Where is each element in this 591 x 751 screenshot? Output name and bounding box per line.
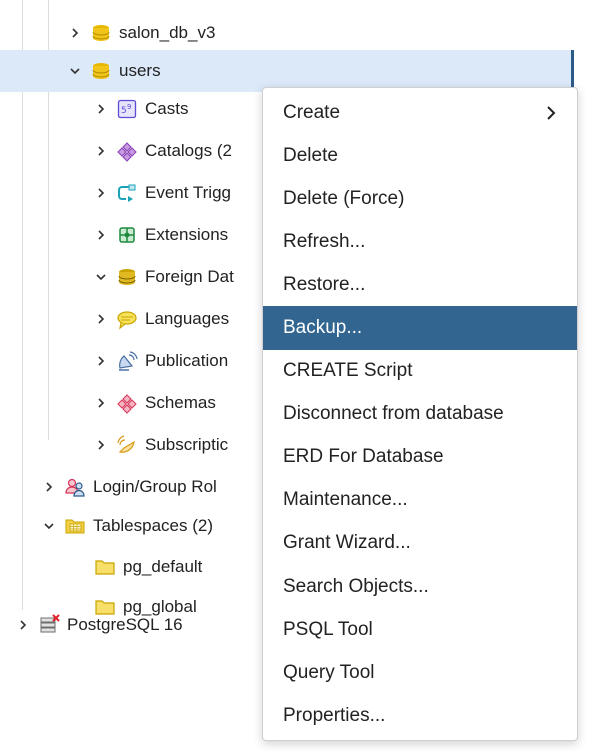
menu-item-label: Delete (Force) [283, 187, 405, 209]
menu-item-backup[interactable]: Backup... [263, 306, 577, 350]
menu-item-label: Create [283, 101, 341, 123]
chevron-right-icon[interactable] [94, 102, 108, 116]
tree-item-label: pg_default [123, 557, 203, 576]
schemas-icon [116, 392, 138, 414]
chevron-right-icon[interactable] [94, 354, 108, 368]
publications-icon [116, 350, 138, 372]
menu-item-delete-force[interactable]: Delete (Force) [263, 177, 577, 220]
tree-item-label: PostgreSQL 16 [67, 615, 183, 634]
tree-item-label: users [119, 61, 161, 80]
tree-item-label: Tablespaces (2) [93, 516, 214, 535]
menu-item-label: Search Objects... [283, 575, 429, 597]
menu-item-label: Properties... [283, 704, 386, 726]
tree-item-label: Schemas [145, 393, 216, 412]
menu-item-label: Query Tool [283, 661, 375, 683]
menu-item-maintenance[interactable]: Maintenance... [263, 479, 577, 522]
menu-item-psql-tool[interactable]: PSQL Tool [263, 608, 577, 651]
database-icon [90, 60, 112, 82]
menu-item-search-objects[interactable]: Search Objects... [263, 565, 577, 608]
menu-item-refresh[interactable]: Refresh... [263, 220, 577, 263]
chevron-right-icon [547, 105, 556, 120]
menu-item-erd-for-database[interactable]: ERD For Database [263, 436, 577, 479]
tree-item-label: Catalogs (2 [145, 141, 232, 160]
menu-item-label: Disconnect from database [283, 403, 504, 425]
login-roles-icon [64, 476, 86, 498]
chevron-right-icon[interactable] [94, 228, 108, 242]
menu-item-label: ERD For Database [283, 446, 444, 468]
menu-item-label: Delete [283, 144, 338, 166]
chevron-right-icon[interactable] [42, 480, 56, 494]
chevron-down-icon[interactable] [42, 519, 56, 533]
menu-item-disconnect-database[interactable]: Disconnect from database [263, 393, 577, 436]
svg-text:5: 5 [121, 106, 127, 116]
menu-item-label: Restore... [283, 273, 366, 295]
tree-item-label: Foreign Dat [145, 267, 234, 286]
chevron-right-icon[interactable] [94, 144, 108, 158]
languages-icon [116, 308, 138, 330]
tree-item-label: salon_db_v3 [119, 23, 216, 42]
tree-item-label: Event Trigg [145, 183, 231, 202]
tree-item-label: Publication [145, 351, 229, 370]
menu-item-restore[interactable]: Restore... [263, 263, 577, 306]
tree-item-label: Login/Group Rol [93, 477, 217, 496]
casts-icon: 59 [116, 98, 138, 120]
menu-item-query-tool[interactable]: Query Tool [263, 651, 577, 694]
context-menu: Create Delete Delete (Force) Refresh... … [262, 87, 578, 741]
tree-item-salon-db-v3[interactable]: salon_db_v3 [0, 12, 591, 54]
catalogs-icon [116, 140, 138, 162]
tree-item-label: Languages [145, 309, 230, 328]
menu-item-label: PSQL Tool [283, 618, 373, 640]
menu-item-grant-wizard[interactable]: Grant Wizard... [263, 522, 577, 565]
menu-item-label: Maintenance... [283, 489, 408, 511]
menu-item-create-script[interactable]: CREATE Script [263, 350, 577, 393]
chevron-right-icon[interactable] [94, 438, 108, 452]
chevron-right-icon[interactable] [94, 312, 108, 326]
svg-text:9: 9 [127, 103, 131, 111]
menu-item-create[interactable]: Create [263, 91, 577, 134]
menu-item-label: CREATE Script [283, 360, 413, 382]
menu-item-properties[interactable]: Properties... [263, 694, 577, 737]
foreign-data-icon [116, 266, 138, 288]
tablespaces-icon [64, 515, 86, 537]
tree-item-label: Extensions [145, 225, 229, 244]
menu-item-label: Grant Wizard... [283, 532, 411, 554]
tree-item-users[interactable]: users [0, 50, 574, 92]
chevron-down-icon[interactable] [94, 270, 108, 284]
chevron-down-icon[interactable] [68, 64, 82, 78]
menu-item-delete[interactable]: Delete [263, 134, 577, 177]
tree-item-label: Casts [145, 99, 189, 118]
menu-item-label: Backup... [283, 317, 363, 339]
database-icon [90, 22, 112, 44]
event-triggers-icon [116, 182, 138, 204]
tree-item-label: Subscriptic [145, 435, 229, 454]
chevron-right-icon[interactable] [68, 26, 82, 40]
chevron-right-icon[interactable] [94, 396, 108, 410]
subscriptions-icon [116, 434, 138, 456]
chevron-right-icon[interactable] [94, 186, 108, 200]
extensions-icon [116, 224, 138, 246]
chevron-right-icon[interactable] [16, 618, 30, 632]
menu-item-label: Refresh... [283, 230, 366, 252]
server-disconnected-icon [38, 614, 60, 636]
folder-icon [94, 556, 116, 578]
